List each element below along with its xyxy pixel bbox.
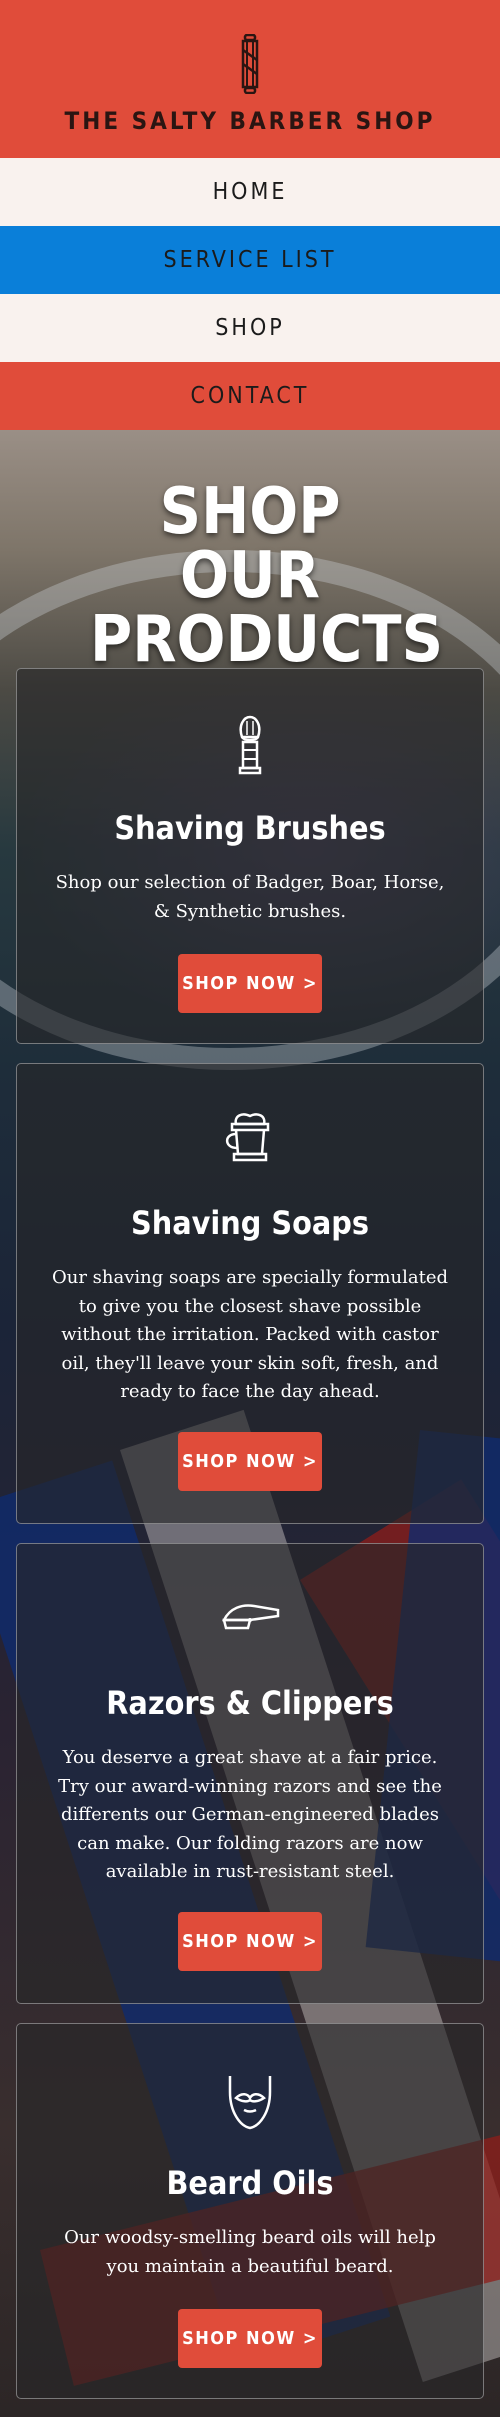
shaving-brush-icon (238, 715, 262, 775)
nav-service-list[interactable]: SERVICE LIST (0, 226, 500, 294)
card-title: Shaving Brushes (114, 809, 386, 847)
product-card-beard-oils: Beard Oils Our woodsy-smelling beard oil… (16, 2023, 484, 2399)
site-header: THE SALTY BARBER SHOP (0, 0, 500, 158)
products-section: SHOP OUR PRODUCTS Shaving Brushes Shop o… (0, 430, 500, 2417)
card-title: Razors & Clippers (106, 1684, 394, 1722)
straight-razor-icon (221, 1604, 280, 1630)
main-nav: HOME SERVICE LIST SHOP CONTACT (0, 158, 500, 430)
card-description: Our woodsy-smelling beard oils will help… (64, 2227, 436, 2277)
card-description: You deserve a great shave at a fair pric… (58, 1747, 442, 1882)
card-title: Shaving Soaps (130, 1204, 370, 1242)
shaving-soap-mug-icon (225, 1113, 270, 1162)
card-title: Beard Oils (166, 2164, 334, 2202)
product-card-soaps: Shaving Soaps Our shaving soaps are spec… (16, 1063, 484, 1524)
product-card-brushes: Shaving Brushes Shop our selection of Ba… (16, 668, 484, 1044)
site-title[interactable]: THE SALTY BARBER SHOP (0, 107, 500, 135)
barber-pole-icon[interactable] (238, 34, 262, 94)
beard-icon (228, 2076, 272, 2130)
page-heading: SHOP OUR PRODUCTS (90, 475, 444, 677)
nav-home[interactable]: HOME (0, 158, 500, 226)
card-description: Our shaving soaps are specially formulat… (51, 1267, 449, 1402)
card-description: Shop our selection of Badger, Boar, Hors… (55, 872, 445, 922)
shop-now-button[interactable]: SHOP NOW > (178, 1432, 322, 1491)
shop-now-button[interactable]: SHOP NOW > (178, 2309, 322, 2368)
nav-shop[interactable]: SHOP (0, 294, 500, 362)
shop-now-button[interactable]: SHOP NOW > (178, 954, 322, 1013)
shop-now-button[interactable]: SHOP NOW > (178, 1912, 322, 1971)
product-card-razors: Razors & Clippers You deserve a great sh… (16, 1543, 484, 2004)
nav-contact[interactable]: CONTACT (0, 362, 500, 430)
